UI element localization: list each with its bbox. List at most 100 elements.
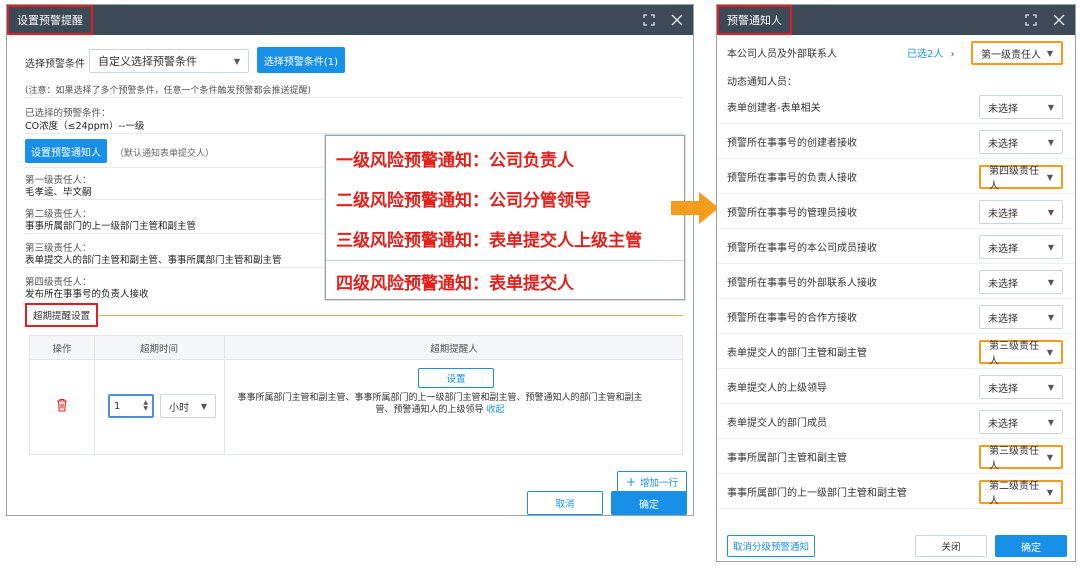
time-unit-select[interactable]: 小时 ▼	[160, 394, 216, 418]
dialog-title: 设置预警提醒	[7, 5, 93, 35]
select-condition-label: 选择预警条件	[25, 59, 85, 70]
cancel-button[interactable]: 取消	[527, 491, 603, 515]
caret-down-icon: ▼	[1047, 417, 1054, 427]
column-divider	[224, 336, 225, 454]
notify-level-select[interactable]: 未选择 ▼	[979, 200, 1063, 224]
notify-row-label: 预警所在事事号的合作方接收	[727, 313, 857, 324]
stepper-value: 1	[114, 400, 121, 412]
notify-level-select[interactable]: 第二级责任人 ▼	[979, 480, 1063, 507]
plus-icon: +	[625, 475, 637, 489]
notify-row: 事事所属部门的上一级部门主管和副主管 第二级责任人 ▼	[717, 474, 1075, 509]
notify-level-value: 未选择	[988, 418, 1018, 430]
expand-icon[interactable]	[641, 12, 657, 28]
caret-down-icon: ▼	[1047, 242, 1054, 252]
notify-level-select[interactable]: 未选择 ▼	[979, 305, 1063, 329]
caret-down-icon: ▼	[1047, 102, 1054, 112]
table-header: 操作 超期时间 超期提醒人	[30, 336, 682, 360]
notify-row-label: 表单提交人的上级领导	[727, 383, 827, 394]
expand-icon[interactable]	[1023, 12, 1039, 28]
divider	[25, 97, 683, 98]
caret-down-icon: ▼	[200, 401, 207, 411]
add-row-label: 增加一行	[640, 478, 679, 489]
notify-row: 预警所在事事号的负责人接收 第四级责任人 ▼	[717, 159, 1075, 194]
notify-row: 事事所属部门主管和副主管 第三级责任人 ▼	[717, 439, 1075, 474]
notify-level-value: 未选择	[988, 313, 1018, 325]
notify-level-value: 第三级责任人	[989, 446, 1039, 472]
notify-level-select[interactable]: 未选择 ▼	[979, 410, 1063, 434]
caret-down-icon: ▼	[1046, 48, 1053, 58]
collapse-link[interactable]: 收起	[486, 405, 504, 415]
selected-count-link[interactable]: 已选2人 ›	[907, 45, 955, 60]
cancel-level-notify-button[interactable]: 取消分级预警通知	[727, 535, 815, 557]
notify-row-label: 事事所属部门的上一级部门主管和副主管	[727, 488, 907, 499]
risk-level-3-text: 三级风险预警通知：表单提交人上级主管	[336, 231, 642, 251]
notify-row-label: 预警所在事事号的创建者接收	[727, 138, 857, 149]
confirm-button[interactable]: 确定	[995, 535, 1067, 557]
close-button[interactable]: 关闭	[915, 535, 987, 557]
select-condition-button[interactable]: 选择预警条件(1)	[257, 47, 345, 73]
section-divider	[99, 315, 683, 316]
notify-level-select[interactable]: 第四级责任人 ▼	[979, 165, 1063, 192]
notify-level-select[interactable]: 未选择 ▼	[979, 235, 1063, 259]
stepper-arrows-icon[interactable]: ▲ ▼	[143, 400, 148, 412]
notify-row-label: 预警所在事事号的本公司成员接收	[727, 243, 877, 254]
notify-level-value: 未选择	[988, 278, 1018, 290]
default-notify-hint: （默认通知表单提交人）	[115, 149, 215, 159]
arrow-right-icon	[671, 192, 719, 224]
header-action: 操作	[52, 344, 72, 355]
divider	[25, 133, 683, 134]
notify-level-select[interactable]: 第三级责任人 ▼	[979, 445, 1063, 472]
trash-icon[interactable]	[56, 398, 68, 412]
caret-down-icon: ▼	[1046, 172, 1053, 182]
header-overdue-time: 超期时间	[139, 344, 178, 355]
notify-level-select[interactable]: 未选择 ▼	[979, 130, 1063, 154]
dialog-titlebar: 预警通知人	[717, 5, 1075, 35]
notify-level-value: 未选择	[988, 243, 1018, 255]
risk-level-4-text: 四级风险预警通知：表单提交人	[336, 274, 574, 294]
chevron-right-icon: ›	[950, 49, 955, 60]
risk-level-1-text: 一级风险预警通知：公司负责人	[336, 151, 574, 171]
notify-level-select[interactable]: 第三级责任人 ▼	[979, 340, 1063, 367]
dialog-titlebar: 设置预警提醒	[7, 5, 693, 35]
notify-level-select[interactable]: 未选择 ▼	[979, 270, 1063, 294]
notify-row-label: 预警所在事事号的外部联系人接收	[727, 278, 877, 289]
notify-row-label: 预警所在事事号的负责人接收	[727, 173, 857, 184]
warning-settings-dialog: 设置预警提醒 选择预警条件 自定义选择预警条件 ▼ 选择预警条件(1) (注意：…	[6, 4, 694, 516]
condition-note: (注意：如果选择了多个预警条件，任意一个条件触发预警都会推送提醒)	[25, 86, 312, 96]
notify-row: 预警所在事事号的合作方接收 未选择 ▼	[717, 299, 1075, 334]
notify-level-value: 第二级责任人	[989, 481, 1039, 507]
notify-row-label: 事事所属部门主管和副主管	[727, 453, 847, 464]
confirm-button[interactable]: 确定	[611, 491, 687, 515]
notify-person-dialog: 预警通知人 本公司人员及外部联系人 已选2人 › 第一级责任人 ▼ 动态通知人员…	[716, 4, 1076, 562]
reminder-list: 事事所属部门主管和副主管、事事所属部门的上一级部门主管和副主管、预警通知人的部门…	[230, 392, 650, 416]
level-4-value: 发布所在事事号的负责人接收	[25, 289, 149, 300]
notify-level-select[interactable]: 未选择 ▼	[979, 375, 1063, 399]
close-icon[interactable]	[1051, 12, 1067, 28]
dialog-title: 预警通知人	[717, 5, 792, 35]
notify-row: 预警所在事事号的外部联系人接收 未选择 ▼	[717, 264, 1075, 299]
add-row-button[interactable]: + 增加一行	[617, 471, 687, 493]
caret-down-icon: ▼	[1046, 347, 1053, 357]
notify-row-label: 表单提交人的部门成员	[727, 418, 827, 429]
notify-level-value: 未选择	[988, 208, 1018, 220]
notify-row-label: 预警所在事事号的管理员接收	[727, 208, 857, 219]
notify-row: 预警所在事事号的本公司成员接收 未选择 ▼	[717, 229, 1075, 264]
notify-row: 预警所在事事号的创建者接收 未选择 ▼	[717, 124, 1075, 159]
notify-level-select[interactable]: 未选择 ▼	[979, 95, 1063, 119]
column-divider	[94, 336, 95, 454]
caret-down-icon: ▼	[1046, 452, 1053, 462]
level-2-value: 事事所属部门的上一级部门主管和副主管	[25, 221, 197, 232]
reminder-text: 事事所属部门主管和副主管、事事所属部门的上一级部门主管和副主管、预警通知人的部门…	[237, 393, 643, 415]
contacts-level-value: 第一级责任人	[981, 49, 1041, 61]
close-icon[interactable]	[669, 12, 685, 28]
caret-down-icon: ▼	[233, 56, 240, 66]
overdue-time-stepper[interactable]: 1 ▲ ▼	[108, 394, 154, 418]
contacts-row: 本公司人员及外部联系人 已选2人 › 第一级责任人 ▼	[717, 35, 1075, 69]
notify-level-value: 未选择	[988, 138, 1018, 150]
notify-row: 表单创建者-表单相关 未选择 ▼	[717, 89, 1075, 124]
set-reminder-button[interactable]: 设置	[418, 368, 494, 388]
set-notify-person-button[interactable]: 设置预警通知人	[25, 139, 107, 163]
notify-row: 表单提交人的部门主管和副主管 第三级责任人 ▼	[717, 334, 1075, 369]
condition-select[interactable]: 自定义选择预警条件 ▼	[89, 49, 249, 73]
contacts-level-select[interactable]: 第一级责任人 ▼	[971, 41, 1063, 65]
